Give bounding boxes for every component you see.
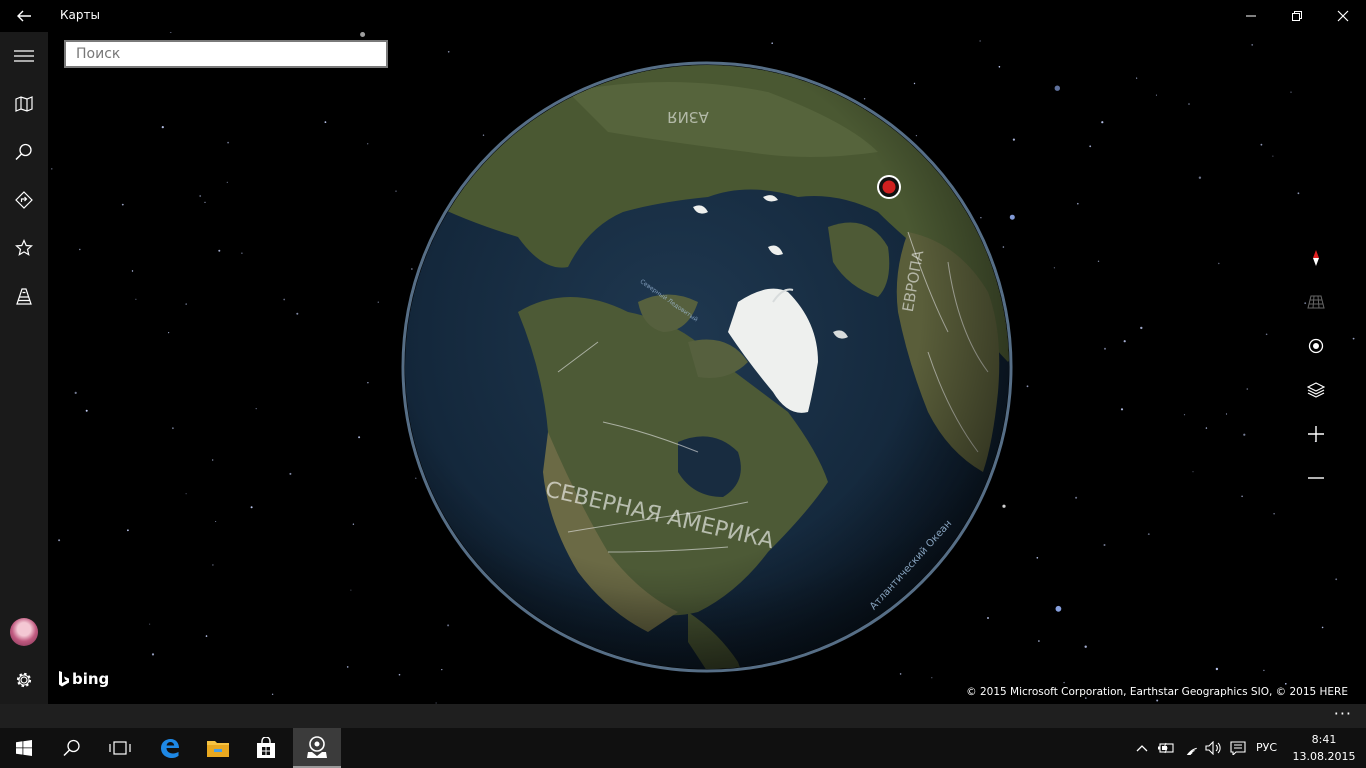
location-marker[interactable] bbox=[877, 175, 901, 199]
wifi-icon bbox=[1184, 747, 1197, 755]
directions-icon bbox=[15, 191, 33, 209]
action-center-icon bbox=[1230, 741, 1246, 755]
my-location-button[interactable] bbox=[1296, 326, 1336, 366]
volume-button[interactable] bbox=[1203, 728, 1225, 768]
search-icon bbox=[63, 739, 80, 757]
maps-taskbar-button[interactable] bbox=[293, 728, 341, 768]
action-center-button[interactable] bbox=[1227, 728, 1249, 768]
map-copyright: © 2015 Microsoft Corporation, Earthstar … bbox=[966, 686, 1348, 698]
back-button[interactable] bbox=[8, 0, 40, 32]
map-canvas[interactable]: АЗИЯ ЕВРОПА Северный Ледовитый СЕВЕРНАЯ … bbox=[48, 32, 1366, 704]
gear-icon bbox=[16, 672, 32, 688]
hamburger-menu-icon bbox=[14, 50, 34, 62]
my-location-icon bbox=[1308, 338, 1324, 354]
compass-icon bbox=[1313, 250, 1319, 266]
show-hidden-icons-button[interactable] bbox=[1132, 728, 1152, 768]
search-input[interactable] bbox=[66, 42, 386, 66]
clock[interactable]: 8:41 13.08.2015 bbox=[1290, 731, 1358, 765]
clock-date: 13.08.2015 bbox=[1292, 750, 1356, 763]
settings-button[interactable] bbox=[0, 656, 48, 704]
3d-cities-icon bbox=[16, 288, 32, 305]
clock-time: 8:41 bbox=[1311, 733, 1337, 746]
zoom-out-button[interactable] bbox=[1296, 458, 1336, 498]
chevron-up-icon bbox=[1136, 745, 1148, 752]
edge-icon bbox=[161, 739, 179, 758]
minimize-button[interactable] bbox=[1228, 0, 1274, 32]
bing-logo: bing bbox=[58, 670, 109, 688]
map-label-asia: АЗИЯ bbox=[667, 108, 709, 126]
tilt-button[interactable] bbox=[1296, 282, 1336, 322]
layers-button[interactable] bbox=[1296, 370, 1336, 410]
zoom-out-icon bbox=[1308, 477, 1324, 479]
sidebar-item-3d-cities[interactable] bbox=[0, 272, 48, 320]
restore-icon bbox=[1292, 11, 1302, 21]
battery-icon bbox=[1158, 742, 1174, 754]
zoom-in-button[interactable] bbox=[1296, 414, 1336, 454]
sidebar-item-map[interactable] bbox=[0, 80, 48, 128]
close-button[interactable] bbox=[1320, 0, 1366, 32]
zoom-in-icon bbox=[1308, 426, 1324, 442]
bing-wordmark: bing bbox=[72, 670, 110, 688]
volume-icon bbox=[1205, 741, 1221, 755]
sidebar bbox=[0, 32, 48, 704]
bing-b-icon bbox=[59, 671, 69, 687]
start-button[interactable] bbox=[0, 728, 48, 768]
input-language[interactable]: РУС bbox=[1256, 741, 1277, 754]
sidebar-item-favorites[interactable] bbox=[0, 224, 48, 272]
minimize-icon bbox=[1246, 15, 1256, 17]
sidebar-item-menu[interactable] bbox=[0, 32, 48, 80]
wifi-button[interactable] bbox=[1180, 728, 1202, 768]
task-view-icon bbox=[109, 741, 131, 755]
task-view-button[interactable] bbox=[96, 728, 144, 768]
search-box[interactable] bbox=[64, 40, 388, 68]
store-icon bbox=[257, 737, 275, 758]
restore-button[interactable] bbox=[1274, 0, 1320, 32]
globe[interactable]: АЗИЯ ЕВРОПА Северный Ледовитый СЕВЕРНАЯ … bbox=[48, 32, 1366, 704]
sidebar-item-search[interactable] bbox=[0, 128, 48, 176]
store-button[interactable] bbox=[242, 728, 290, 768]
back-arrow-icon bbox=[17, 10, 31, 22]
map-icon bbox=[15, 96, 33, 112]
file-explorer-icon bbox=[207, 741, 229, 757]
maps-icon bbox=[307, 736, 327, 758]
avatar bbox=[10, 618, 38, 646]
search-icon bbox=[15, 143, 32, 161]
star-icon bbox=[15, 239, 33, 256]
battery-button[interactable] bbox=[1155, 728, 1177, 768]
account-button[interactable] bbox=[0, 608, 48, 656]
close-icon bbox=[1337, 10, 1349, 22]
edge-button[interactable] bbox=[146, 728, 194, 768]
windows-start-icon bbox=[16, 740, 32, 756]
title-bar: Карты bbox=[0, 0, 1366, 32]
layers-icon bbox=[1307, 382, 1325, 398]
app-bar: ··· bbox=[0, 704, 1366, 728]
sidebar-item-directions[interactable] bbox=[0, 176, 48, 224]
tilt-icon bbox=[1307, 295, 1325, 309]
taskbar-search-button[interactable] bbox=[48, 728, 96, 768]
more-options-button[interactable]: ··· bbox=[1334, 704, 1352, 724]
file-explorer-button[interactable] bbox=[194, 728, 242, 768]
app-title: Карты bbox=[60, 8, 100, 22]
compass-button[interactable] bbox=[1296, 238, 1336, 278]
taskbar: РУС 8:41 13.08.2015 bbox=[0, 728, 1366, 768]
